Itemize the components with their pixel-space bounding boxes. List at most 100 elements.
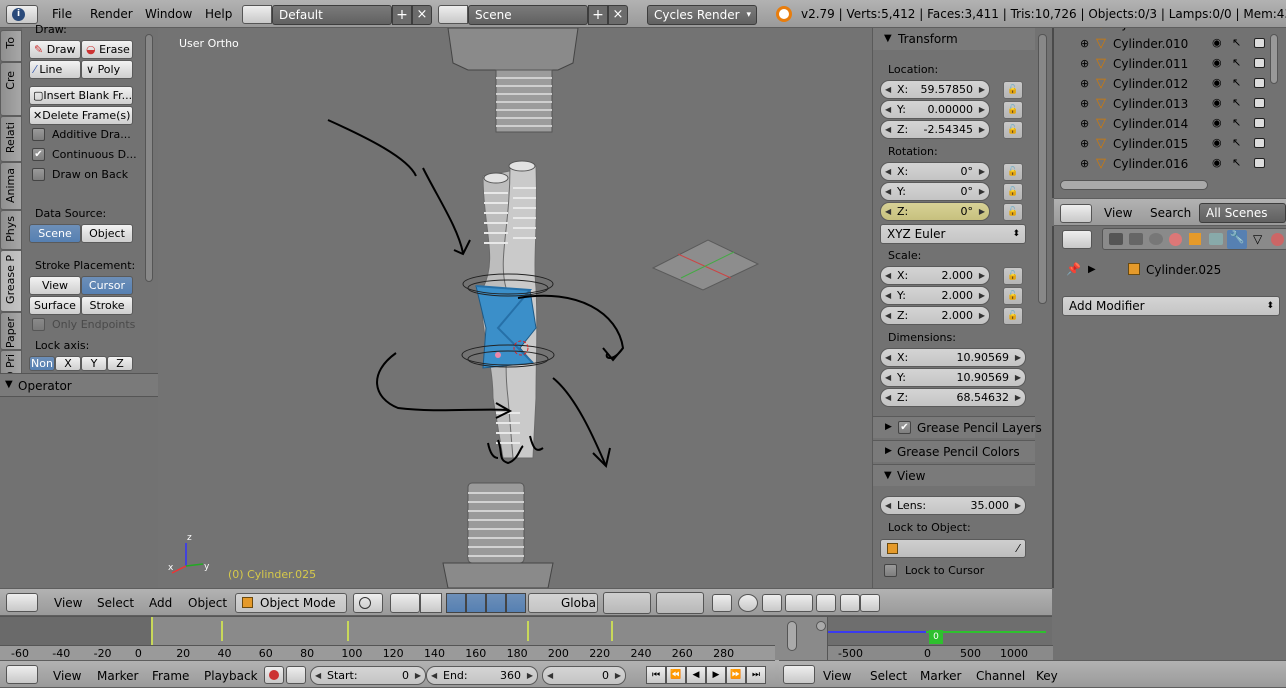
- snap-toggle-icon[interactable]: [762, 594, 782, 612]
- lock-axis-y-button[interactable]: Y: [81, 356, 107, 371]
- expand-icon[interactable]: ⊕: [1080, 57, 1089, 70]
- layer-lock-icon[interactable]: [712, 594, 732, 612]
- extra-manipulator-icon[interactable]: [506, 593, 526, 613]
- tab-relations[interactable]: Relati: [0, 116, 22, 162]
- placement-view-button[interactable]: View: [29, 276, 81, 295]
- location-z-field[interactable]: ◀ Z: -2.54345 ▶: [880, 120, 990, 139]
- end-frame-field[interactable]: ◀ End: 360 ▶: [426, 666, 538, 685]
- gp-layers-panel-header[interactable]: ▶ ✔ Grease Pencil Layers: [873, 416, 1042, 438]
- location-y-lock-icon[interactable]: 🔓: [1003, 101, 1023, 119]
- timeline[interactable]: -60 -40 -20 0 20 40 60 80 100 120 140 160 180 200 220 2…: [0, 616, 775, 661]
- delete-scene-icon[interactable]: ×: [608, 5, 628, 25]
- scene-icon[interactable]: [438, 5, 468, 24]
- selectable-cursor-icon[interactable]: ↖: [1232, 36, 1241, 49]
- placement-cursor-button[interactable]: Cursor: [81, 276, 133, 295]
- placement-stroke-button[interactable]: Stroke: [81, 296, 133, 315]
- outliner-editor-icon[interactable]: [1060, 204, 1092, 223]
- transform-orientation-dropdown[interactable]: Global: [528, 593, 598, 613]
- graph-cursor[interactable]: 0: [929, 630, 943, 644]
- tab-create[interactable]: Cre: [0, 62, 22, 116]
- start-frame-field[interactable]: ◀ Start: 0 ▶: [310, 666, 426, 685]
- 3d-viewport[interactable]: User Ortho z x y (0) Cylinder.025: [158, 28, 872, 588]
- timeline-editor-icon[interactable]: [6, 665, 38, 684]
- lock-axis-z-button[interactable]: Z: [107, 356, 133, 371]
- translate-manipulator-icon[interactable]: [446, 593, 466, 613]
- mode-dropdown[interactable]: Object Mode: [235, 593, 347, 613]
- outliner-h-scrollbar[interactable]: [1060, 180, 1208, 190]
- render-tab-icon[interactable]: [1109, 233, 1123, 245]
- location-x-lock-icon[interactable]: 🔓: [1003, 81, 1023, 99]
- poly-button[interactable]: ∨ Poly: [81, 60, 133, 79]
- render-camera-icon[interactable]: [1254, 78, 1265, 88]
- insert-blank-frame-button[interactable]: ▢Insert Blank Fr...: [29, 86, 133, 105]
- graph-editor[interactable]: 0 -500 0 500 1000: [816, 616, 1053, 661]
- lock-axis-x-button[interactable]: X: [55, 356, 81, 371]
- scale-x-lock-icon[interactable]: 🔓: [1003, 267, 1023, 285]
- render-camera-icon[interactable]: [1254, 138, 1265, 148]
- info-editor-icon[interactable]: i: [6, 5, 38, 24]
- graph-menu-view[interactable]: View: [823, 669, 851, 683]
- gp-colors-panel-header[interactable]: ▶ Grease Pencil Colors: [873, 440, 1035, 462]
- graph-editor-icon[interactable]: [783, 665, 815, 684]
- render-camera-icon[interactable]: [1254, 58, 1265, 68]
- graph-menu-key[interactable]: Key: [1036, 669, 1058, 683]
- tab-grease-pencil[interactable]: Grease P: [0, 250, 22, 312]
- additive-drawing-checkbox[interactable]: [32, 128, 45, 141]
- expand-icon[interactable]: ⊕: [1080, 137, 1089, 150]
- snap-element-icon[interactable]: [785, 594, 813, 612]
- delete-screen-icon[interactable]: ×: [412, 5, 432, 25]
- layers-grid[interactable]: [603, 592, 651, 614]
- view3d-menu-object[interactable]: Object: [188, 596, 227, 610]
- delete-frames-button[interactable]: ✕Delete Frame(s): [29, 106, 133, 125]
- record-icon[interactable]: [264, 666, 284, 684]
- current-frame-field[interactable]: ◀ 0 ▶: [542, 666, 626, 685]
- timeline-cursor[interactable]: [151, 617, 153, 645]
- outliner-menu-search[interactable]: Search: [1150, 206, 1191, 220]
- line-button[interactable]: ⁄ Line: [29, 60, 81, 79]
- n-panel-scrollbar[interactable]: [1038, 34, 1047, 304]
- gp-layers-checkbox[interactable]: ✔: [898, 421, 911, 434]
- rotation-x-field[interactable]: ◀ X: 0° ▶: [880, 162, 990, 181]
- scale-y-lock-icon[interactable]: 🔓: [1003, 287, 1023, 305]
- view3d-editor-icon[interactable]: [6, 593, 38, 612]
- timeline-menu-view[interactable]: View: [53, 669, 81, 683]
- data-tab-icon[interactable]: ▽: [1253, 232, 1262, 246]
- draw-on-back-checkbox[interactable]: [32, 168, 45, 181]
- visibility-eye-icon[interactable]: ◉: [1212, 96, 1222, 109]
- timeline-menu-marker[interactable]: Marker: [97, 669, 138, 683]
- manipulator-toggle-icon[interactable]: [420, 593, 442, 613]
- rotation-x-lock-icon[interactable]: 🔓: [1003, 163, 1023, 181]
- render-animation-icon[interactable]: [860, 594, 880, 612]
- erase-button[interactable]: ◒ Erase: [81, 40, 133, 59]
- properties-editor-icon[interactable]: [1062, 230, 1092, 249]
- jump-end-icon[interactable]: ⏭: [746, 666, 766, 684]
- outliner-row[interactable]: ⊕ ▽ Cylinder.011 ◉ ↖: [1060, 54, 1275, 74]
- lock-to-cursor-checkbox[interactable]: [884, 564, 897, 577]
- selectable-cursor-icon[interactable]: ↖: [1232, 116, 1241, 129]
- rotate-manipulator-icon[interactable]: [466, 593, 486, 613]
- menu-help[interactable]: Help: [205, 7, 232, 21]
- scene-selector[interactable]: Scene: [468, 5, 588, 25]
- scale-z-field[interactable]: ◀ Z: 2.000 ▶: [880, 306, 990, 325]
- tab-physics[interactable]: Phys: [0, 210, 22, 250]
- dimensions-x-field[interactable]: ◀ X: 10.90569 ▶: [880, 348, 1026, 367]
- render-engine-selector[interactable]: Cycles Render ▾: [647, 5, 757, 25]
- world-tab-icon[interactable]: [1169, 233, 1182, 246]
- add-scene-icon[interactable]: +: [588, 5, 608, 25]
- view3d-menu-view[interactable]: View: [54, 596, 82, 610]
- data-source-object-button[interactable]: Object: [81, 224, 133, 243]
- jump-start-icon[interactable]: ⏮: [646, 666, 666, 684]
- play-reverse-icon[interactable]: ◀: [686, 666, 706, 684]
- menu-window[interactable]: Window: [145, 7, 192, 21]
- visibility-eye-icon[interactable]: ◉: [1212, 116, 1222, 129]
- outliner-row[interactable]: ⊕ ▽ Cylinder.013 ◉ ↖: [1060, 94, 1275, 114]
- data-source-scene-button[interactable]: Scene: [29, 224, 81, 243]
- expand-icon[interactable]: ⊕: [1080, 97, 1089, 110]
- visibility-eye-icon[interactable]: ◉: [1212, 136, 1222, 149]
- timeline-menu-playback[interactable]: Playback: [204, 669, 258, 683]
- lock-axis-none-button[interactable]: Non: [29, 356, 55, 371]
- expand-icon[interactable]: ⊕: [1080, 117, 1089, 130]
- outliner-row[interactable]: ⊕ ▽ Cylinder.014 ◉ ↖: [1060, 114, 1275, 134]
- screen-layout-icon[interactable]: [242, 5, 272, 24]
- graph-scroll-handle[interactable]: [816, 621, 826, 631]
